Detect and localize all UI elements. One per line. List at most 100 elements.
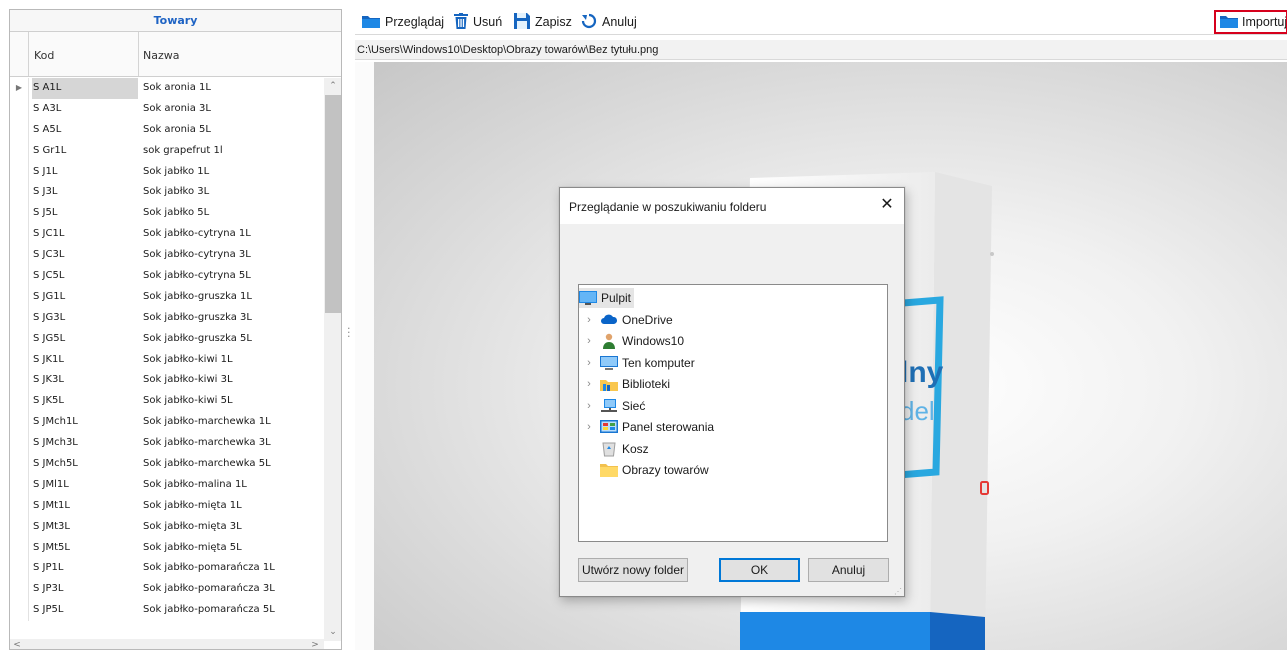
cell-kod[interactable]: S A1L xyxy=(32,78,138,99)
cell-nazwa[interactable]: Sok jabłko-kiwi 3L xyxy=(143,370,233,391)
tree-item-biblioteki[interactable]: › Biblioteki xyxy=(582,374,673,394)
row-indicator[interactable] xyxy=(10,119,29,141)
table-row[interactable]: S JP3L Sok jabłko-pomarańcza 3L xyxy=(10,579,323,601)
row-indicator[interactable] xyxy=(10,579,29,601)
table-row[interactable]: S JMch3L Sok jabłko-marchewka 3L xyxy=(10,433,323,455)
expand-chevron-icon[interactable]: › xyxy=(582,331,596,351)
cell-kod[interactable]: S JMl1L xyxy=(32,475,138,496)
column-divider[interactable] xyxy=(138,32,139,76)
expand-chevron-icon[interactable]: › xyxy=(582,374,596,394)
close-icon[interactable]: ✕ xyxy=(876,194,898,216)
cell-kod[interactable]: S JP1L xyxy=(32,558,138,579)
table-row[interactable]: S JC1L Sok jabłko-cytryna 1L xyxy=(10,224,323,246)
cell-kod[interactable]: S J1L xyxy=(32,162,138,183)
cell-nazwa[interactable]: Sok jabłko-mięta 1L xyxy=(143,496,242,517)
row-indicator[interactable] xyxy=(10,266,29,287)
table-row[interactable]: S JC5L Sok jabłko-cytryna 5L xyxy=(10,266,323,287)
splitter-grip-icon[interactable]: · · · xyxy=(347,323,351,342)
scroll-down-icon[interactable]: ⌄ xyxy=(324,624,341,641)
table-row[interactable]: S JG5L Sok jabłko-gruszka 5L xyxy=(10,328,323,350)
table-row[interactable]: S JMt3L Sok jabłko-mięta 3L xyxy=(10,516,323,538)
table-row[interactable]: S J5L Sok jabłko 5L xyxy=(10,203,323,225)
row-indicator[interactable] xyxy=(10,391,29,413)
cell-kod[interactable]: S JP3L xyxy=(32,579,138,600)
tree-item-kosz[interactable]: Kosz xyxy=(582,439,652,459)
table-row[interactable]: S JMch5L Sok jabłko-marchewka 5L xyxy=(10,454,323,475)
cell-kod[interactable]: S JK5L xyxy=(32,391,138,412)
cell-kod[interactable]: S JMch3L xyxy=(32,433,138,454)
cell-nazwa[interactable]: Sok jabłko-pomarańcza 3L xyxy=(143,579,275,600)
ok-button[interactable]: OK xyxy=(719,558,800,582)
tree-item-sieć[interactable]: › Sieć xyxy=(582,396,648,416)
cell-nazwa[interactable]: Sok jabłko-marchewka 3L xyxy=(143,433,271,454)
cell-nazwa[interactable]: Sok aronia 3L xyxy=(143,99,211,120)
cell-nazwa[interactable]: sok grapefrut 1l xyxy=(143,141,223,162)
tree-item-obrazy-towarów[interactable]: Obrazy towarów xyxy=(582,460,712,480)
expand-chevron-icon[interactable]: › xyxy=(582,417,596,437)
table-row[interactable]: S Gr1L sok grapefrut 1l xyxy=(10,140,323,162)
cell-kod[interactable]: S JG1L xyxy=(32,287,138,308)
import-button[interactable]: Importuj xyxy=(1214,10,1287,34)
cell-kod[interactable]: S JC3L xyxy=(32,245,138,266)
save-button[interactable]: Zapisz xyxy=(514,12,572,31)
cell-kod[interactable]: S J3L xyxy=(32,182,138,203)
row-indicator[interactable] xyxy=(10,349,29,371)
table-row[interactable]: S JK5L Sok jabłko-kiwi 5L xyxy=(10,391,323,413)
row-indicator[interactable] xyxy=(10,245,29,267)
row-indicator[interactable] xyxy=(10,203,29,225)
cell-nazwa[interactable]: Sok jabłko-marchewka 5L xyxy=(143,454,271,475)
row-indicator[interactable] xyxy=(10,182,29,204)
row-indicator[interactable] xyxy=(10,286,29,308)
scroll-up-icon[interactable]: ⌃ xyxy=(324,78,341,95)
tree-item-pulpit[interactable]: Pulpit xyxy=(579,288,635,308)
row-indicator[interactable] xyxy=(10,558,29,580)
table-row[interactable]: S JK1L Sok jabłko-kiwi 1L xyxy=(10,349,323,371)
row-indicator[interactable] xyxy=(10,516,29,538)
row-indicator[interactable] xyxy=(10,224,29,246)
cell-nazwa[interactable]: Sok jabłko-gruszka 5L xyxy=(143,329,252,350)
cell-kod[interactable]: S JK1L xyxy=(32,350,138,371)
folder-tree[interactable]: Pulpit › OneDrive › Windows10 › Ten komputer › B… xyxy=(578,284,888,542)
cell-nazwa[interactable]: Sok jabłko-gruszka 3L xyxy=(143,308,252,329)
table-row[interactable]: S JP5L Sok jabłko-pomarańcza 5L xyxy=(10,600,323,622)
vertical-scrollbar[interactable]: ⌃ ⌄ xyxy=(324,78,341,641)
horizontal-scrollbar[interactable]: < > xyxy=(10,639,324,649)
cell-kod[interactable]: S JC1L xyxy=(32,224,138,245)
tree-item-panel-sterowania[interactable]: › Panel sterowania xyxy=(582,417,717,437)
cell-nazwa[interactable]: Sok jabłko-cytryna 1L xyxy=(143,224,251,245)
resize-grip-icon[interactable]: ⋰ xyxy=(894,588,902,596)
cell-kod[interactable]: S JG5L xyxy=(32,329,138,350)
cell-kod[interactable]: S J5L xyxy=(32,203,138,224)
row-indicator[interactable] xyxy=(10,474,29,496)
browse-button[interactable]: Przeglądaj xyxy=(362,13,444,31)
cell-nazwa[interactable]: Sok jabłko-kiwi 1L xyxy=(143,350,233,371)
table-row[interactable]: ▶ S A1L Sok aronia 1L xyxy=(10,78,323,99)
expand-chevron-icon[interactable]: › xyxy=(582,310,596,330)
table-row[interactable]: S JP1L Sok jabłko-pomarańcza 1L xyxy=(10,558,323,580)
cell-nazwa[interactable]: Sok jabłko-mięta 3L xyxy=(143,517,242,538)
table-row[interactable]: S A3L Sok aronia 3L xyxy=(10,98,323,120)
cell-kod[interactable]: S JG3L xyxy=(32,308,138,329)
row-indicator[interactable] xyxy=(10,537,29,559)
column-header-nazwa[interactable]: Nazwa xyxy=(143,49,179,62)
cell-kod[interactable]: S JMch5L xyxy=(32,454,138,475)
row-indicator[interactable] xyxy=(10,370,29,392)
table-row[interactable]: S JMt5L Sok jabłko-mięta 5L xyxy=(10,537,323,559)
cell-nazwa[interactable]: Sok jabłko 3L xyxy=(143,182,209,203)
cancel-button[interactable]: Anuluj xyxy=(581,13,637,31)
cell-kod[interactable]: S JMt1L xyxy=(32,496,138,517)
cell-kod[interactable]: S A3L xyxy=(32,99,138,120)
table-row[interactable]: S J3L Sok jabłko 3L xyxy=(10,182,323,204)
dialog-titlebar[interactable]: Przeglądanie w poszukiwaniu folderu ✕ xyxy=(560,188,904,224)
table-row[interactable]: S JC3L Sok jabłko-cytryna 3L xyxy=(10,245,323,267)
current-row-arrow-icon[interactable]: ▶ xyxy=(10,78,29,99)
row-indicator[interactable] xyxy=(10,600,29,622)
tree-item-windows10[interactable]: › Windows10 xyxy=(582,331,687,351)
cell-kod[interactable]: S JMt3L xyxy=(32,517,138,538)
scrollbar-thumb[interactable] xyxy=(325,95,341,313)
cell-nazwa[interactable]: Sok jabłko-cytryna 3L xyxy=(143,245,251,266)
table-row[interactable]: S J1L Sok jabłko 1L xyxy=(10,161,323,183)
cell-kod[interactable]: S JMch1L xyxy=(32,412,138,433)
expand-chevron-icon[interactable]: › xyxy=(582,396,596,416)
row-indicator[interactable] xyxy=(10,495,29,517)
